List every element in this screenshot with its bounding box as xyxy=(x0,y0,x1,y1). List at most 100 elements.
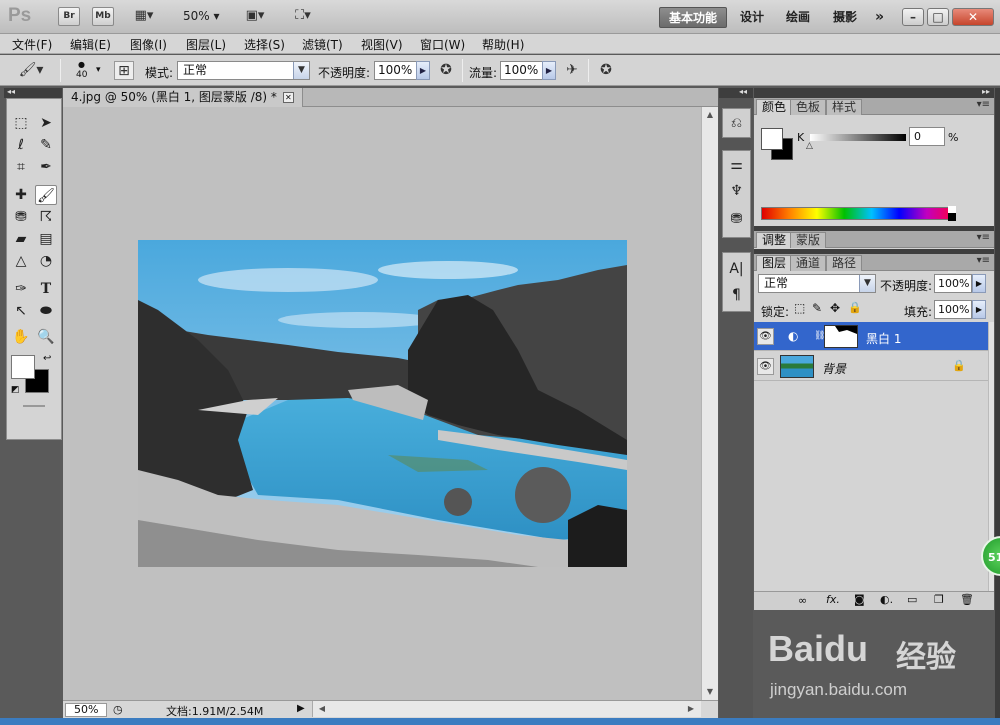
close-button[interactable]: ✕ xyxy=(952,8,994,26)
tablet-opacity-icon[interactable]: ✪ xyxy=(436,61,456,80)
fill-input[interactable]: 100% xyxy=(934,300,972,319)
lock-image-icon[interactable]: ✎ xyxy=(812,301,822,315)
adjustment-icon[interactable]: ◐. xyxy=(880,593,893,606)
menu-file[interactable]: 文件(F) xyxy=(12,36,52,53)
blur-tool-icon[interactable]: △ xyxy=(10,251,32,271)
scroll-down-icon[interactable]: ▼ xyxy=(704,686,716,698)
pen-tool-icon[interactable]: ✑ xyxy=(10,279,32,299)
slider-thumb-icon[interactable]: △ xyxy=(806,141,813,151)
brush-preset-picker[interactable]: ● 40 ▾ xyxy=(72,58,101,84)
bridge-button[interactable]: Br xyxy=(58,7,80,26)
panel-menu-icon[interactable]: ▾≡ xyxy=(977,99,990,110)
menu-filter[interactable]: 滤镜(T) xyxy=(302,36,343,53)
layer-row-bw[interactable]: 👁 ◐ ⛓ 黑白 1 xyxy=(754,322,994,351)
brush-presets-icon[interactable]: ⚌ xyxy=(723,153,750,177)
panels-header[interactable]: ▸▸ xyxy=(754,87,994,98)
menu-help[interactable]: 帮助(H) xyxy=(482,36,524,53)
zoom-input[interactable]: 50% xyxy=(65,703,107,717)
fill-slider-button[interactable]: ▶ xyxy=(972,300,986,319)
workspace-essentials[interactable]: 基本功能 xyxy=(659,7,728,28)
gradient-tool-icon[interactable]: ▤ xyxy=(35,229,57,249)
k-slider[interactable] xyxy=(810,134,906,141)
airbrush-icon[interactable]: ✈ xyxy=(562,61,582,80)
trash-icon[interactable]: 🗑 xyxy=(960,593,974,606)
eraser-tool-icon[interactable]: ▰ xyxy=(10,229,32,249)
move-tool-icon[interactable]: ➤ xyxy=(35,113,57,133)
crop-tool-icon[interactable]: ⌗ xyxy=(10,157,32,177)
scroll-up-icon[interactable]: ▲ xyxy=(704,109,716,121)
brush-tool-icon[interactable]: 🖌 xyxy=(35,185,57,205)
mask-icon[interactable]: ◙ xyxy=(854,593,865,606)
panel-menu-icon[interactable]: ▾≡ xyxy=(977,232,990,243)
menu-select[interactable]: 选择(S) xyxy=(244,36,285,53)
tab-layers[interactable]: 图层 xyxy=(756,255,793,271)
swap-colors-icon[interactable]: ↩ xyxy=(43,353,51,364)
toolbox-header[interactable]: ◂◂ xyxy=(4,87,62,98)
zoom-tool-icon[interactable]: 🔍 xyxy=(35,327,57,347)
layer-row-background[interactable]: 👁 背景 🔒 xyxy=(754,352,994,381)
quick-selection-tool-icon[interactable]: ✎ xyxy=(35,135,57,155)
close-icon[interactable]: ✕ xyxy=(282,92,294,103)
more-workspaces-button[interactable]: » xyxy=(866,7,893,28)
layer-opacity-input[interactable]: 100% xyxy=(934,274,972,293)
document-tab[interactable]: 4.jpg @ 50% (黑白 1, 图层蒙版 /8) * ✕ xyxy=(63,88,303,107)
tab-adjustments[interactable]: 调整 xyxy=(756,232,793,248)
clone-source-icon[interactable]: ⛃ xyxy=(723,207,750,231)
workspace-design[interactable]: 设计 xyxy=(731,7,773,28)
menu-view[interactable]: 视图(V) xyxy=(361,36,403,53)
path-selection-tool-icon[interactable]: ↖ xyxy=(10,301,32,321)
layer-opacity-slider-button[interactable]: ▶ xyxy=(972,274,986,293)
hand-tool-icon[interactable]: ✋ xyxy=(10,327,32,347)
eye-icon[interactable]: 👁 xyxy=(757,358,774,375)
arrange-documents-icon[interactable]: ▣▾ xyxy=(238,8,272,24)
eye-icon[interactable]: 👁 xyxy=(757,328,774,345)
clone-stamp-tool-icon[interactable]: ⛃ xyxy=(10,207,32,227)
menu-image[interactable]: 图像(I) xyxy=(130,36,167,53)
lasso-tool-icon[interactable]: ℓ xyxy=(10,135,32,155)
foreground-color-swatch[interactable] xyxy=(761,128,783,150)
character-panel-icon[interactable]: A| xyxy=(723,257,750,281)
type-tool-icon[interactable]: T xyxy=(35,279,57,299)
healing-brush-tool-icon[interactable]: ✚ xyxy=(10,185,32,205)
paragraph-panel-icon[interactable]: ¶ xyxy=(723,283,750,307)
foreground-color-swatch[interactable] xyxy=(11,355,35,379)
flow-slider-button[interactable]: ▶ xyxy=(542,61,556,80)
menu-layer[interactable]: 图层(L) xyxy=(186,36,226,53)
zoom-level-dropdown[interactable]: 50% ▾ xyxy=(183,9,220,23)
status-menu-arrow-icon[interactable]: ▶ xyxy=(297,703,305,714)
fx-icon[interactable]: fx. xyxy=(826,593,840,606)
tab-masks[interactable]: 蒙版 xyxy=(790,232,827,248)
screen-mode-icon[interactable]: ⛶▾ xyxy=(286,8,320,24)
lock-transparent-icon[interactable]: ⬚ xyxy=(794,301,805,315)
tab-channels[interactable]: 通道 xyxy=(790,255,827,271)
marquee-tool-icon[interactable]: ⬚ xyxy=(10,113,32,133)
restore-button[interactable]: □ xyxy=(927,8,949,26)
tool-preset-picker[interactable]: 🖌▾ xyxy=(14,61,48,80)
tab-color[interactable]: 颜色 xyxy=(756,99,793,115)
new-layer-icon[interactable]: ❐ xyxy=(934,593,944,606)
mode-select[interactable]: 正常 ▼ xyxy=(177,61,310,80)
minimize-button[interactable]: – xyxy=(902,8,924,26)
ellipse-tool-icon[interactable]: ⬬ xyxy=(35,301,57,321)
tab-styles[interactable]: 样式 xyxy=(826,99,863,115)
tab-paths[interactable]: 路径 xyxy=(826,255,863,271)
status-info-icon[interactable]: ◷ xyxy=(113,703,123,716)
brush-panel-toggle-icon[interactable]: ⊞ xyxy=(114,61,134,80)
blend-mode-select[interactable]: 正常 ▼ xyxy=(758,274,876,293)
tablet-size-icon[interactable]: ✪ xyxy=(596,61,616,80)
opacity-slider-button[interactable]: ▶ xyxy=(416,61,430,80)
lock-all-icon[interactable]: 🔒 xyxy=(848,301,862,314)
history-icon[interactable]: ⎌ xyxy=(723,111,750,135)
k-value-input[interactable]: 0 xyxy=(909,127,945,146)
link-layers-icon[interactable]: ∞ xyxy=(798,594,807,607)
default-colors-icon[interactable]: ◩ xyxy=(11,385,20,395)
quick-mask-icon[interactable] xyxy=(23,405,45,407)
tab-swatches[interactable]: 色板 xyxy=(790,99,827,115)
workspace-photography[interactable]: 摄影 xyxy=(824,7,866,28)
view-extras-icon[interactable]: ▦▾ xyxy=(128,8,160,24)
flow-input[interactable]: 100% xyxy=(500,61,544,80)
color-ramp[interactable] xyxy=(761,207,955,220)
opacity-input[interactable]: 100% xyxy=(374,61,418,80)
layer-mask-thumbnail[interactable] xyxy=(824,325,858,348)
lock-position-icon[interactable]: ✥ xyxy=(830,301,840,315)
